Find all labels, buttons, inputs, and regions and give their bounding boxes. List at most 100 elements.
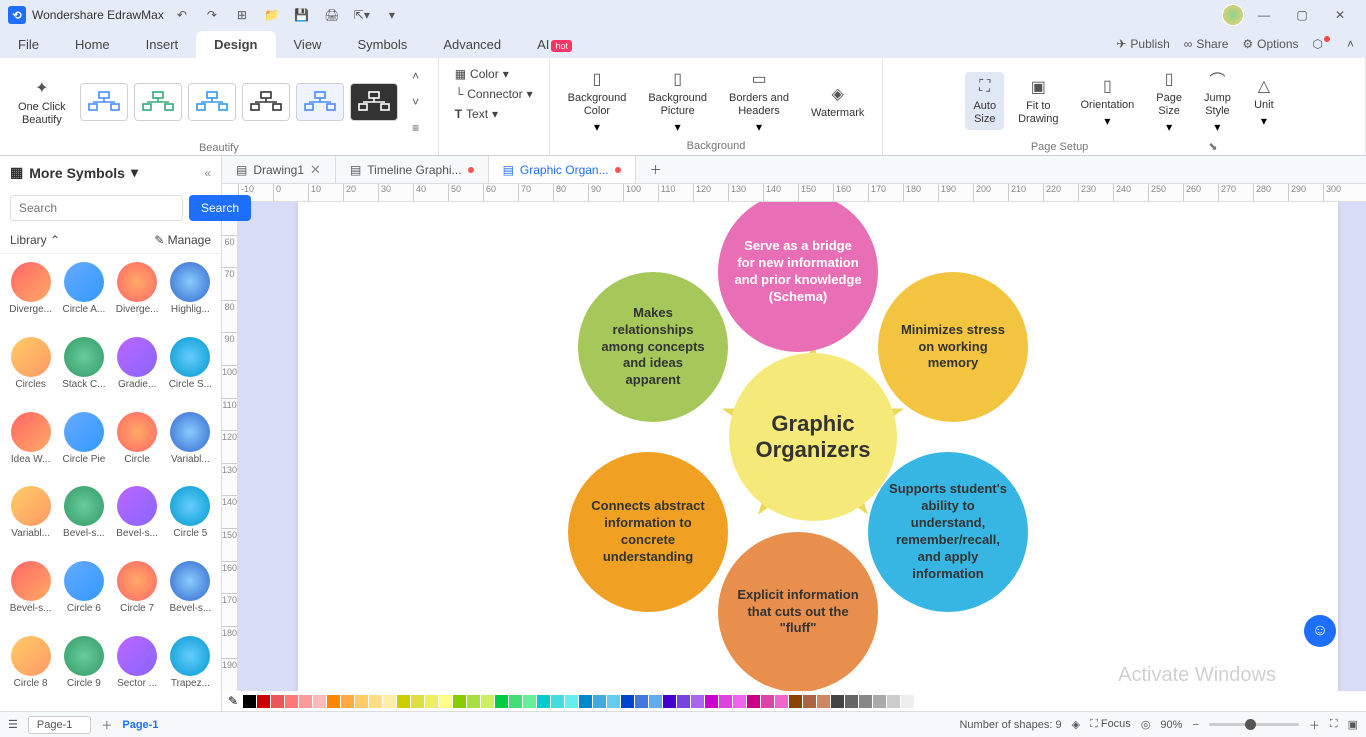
color-swatch[interactable] bbox=[411, 695, 424, 708]
symbol-item[interactable]: Bevel-s... bbox=[6, 559, 55, 630]
tab-view[interactable]: View bbox=[276, 31, 340, 58]
options-button[interactable]: ⚙ Options bbox=[1242, 37, 1298, 51]
tab-ai[interactable]: AIhot bbox=[519, 31, 590, 58]
color-swatch[interactable] bbox=[313, 695, 326, 708]
symbol-item[interactable]: Circles bbox=[6, 335, 55, 406]
save-button[interactable]: 💾 bbox=[290, 3, 314, 27]
color-swatch[interactable] bbox=[467, 695, 480, 708]
close-tab-icon[interactable]: ✕ bbox=[310, 162, 321, 178]
color-swatch[interactable] bbox=[635, 695, 648, 708]
color-swatch[interactable] bbox=[845, 695, 858, 708]
color-swatch[interactable] bbox=[649, 695, 662, 708]
manage-button[interactable]: ✎ Manage bbox=[154, 233, 211, 247]
symbol-item[interactable]: Circle A... bbox=[59, 260, 108, 331]
fit-page-button[interactable]: ◎ bbox=[1141, 718, 1151, 731]
symbol-item[interactable]: Gradie... bbox=[113, 335, 162, 406]
one-click-beautify-button[interactable]: ✦ One Click Beautify bbox=[10, 73, 74, 131]
color-swatch[interactable] bbox=[397, 695, 410, 708]
auto-size-button[interactable]: ⛶Auto Size bbox=[965, 72, 1004, 130]
panel-title[interactable]: ▦More Symbols ▾ bbox=[10, 164, 138, 181]
color-swatch[interactable] bbox=[271, 695, 284, 708]
bubble-support[interactable]: Supports student's ability to understand… bbox=[868, 452, 1028, 612]
bubble-relationships[interactable]: Makes relationships among concepts and i… bbox=[578, 272, 728, 422]
user-avatar[interactable] bbox=[1222, 4, 1244, 26]
page-size-button[interactable]: ▯Page Size▾ bbox=[1148, 64, 1190, 138]
color-swatch[interactable] bbox=[355, 695, 368, 708]
color-swatch[interactable] bbox=[551, 695, 564, 708]
symbol-item[interactable]: Idea W... bbox=[6, 410, 55, 481]
color-swatch[interactable] bbox=[873, 695, 886, 708]
export-button[interactable]: ⇱▾ bbox=[350, 3, 374, 27]
symbol-item[interactable]: Circle 5 bbox=[166, 484, 215, 555]
collapse-panel-button[interactable]: « bbox=[204, 166, 211, 180]
theme-more-button[interactable]: ≡ bbox=[404, 116, 428, 140]
color-swatch[interactable] bbox=[691, 695, 704, 708]
undo-button[interactable]: ↶ bbox=[170, 3, 194, 27]
theme-prev-button[interactable]: ˄ bbox=[404, 64, 428, 88]
theme-thumb-5[interactable] bbox=[296, 83, 344, 121]
color-swatch[interactable] bbox=[607, 695, 620, 708]
color-swatch[interactable] bbox=[677, 695, 690, 708]
new-button[interactable]: ⊞ bbox=[230, 3, 254, 27]
search-input[interactable] bbox=[10, 195, 183, 221]
symbol-item[interactable]: Diverge... bbox=[6, 260, 55, 331]
share-button[interactable]: ∞ Share bbox=[1184, 37, 1229, 51]
doctab-graphic-organ[interactable]: ▤Graphic Organ... bbox=[489, 156, 636, 183]
bubble-stress[interactable]: Minimizes stress on working memory bbox=[878, 272, 1028, 422]
publish-button[interactable]: ✈ Publish bbox=[1116, 37, 1169, 51]
symbol-item[interactable]: Stack C... bbox=[59, 335, 108, 406]
search-button[interactable]: Search bbox=[189, 195, 251, 221]
symbol-item[interactable]: Bevel-s... bbox=[113, 484, 162, 555]
redo-button[interactable]: ↷ bbox=[200, 3, 224, 27]
theme-next-button[interactable]: ˅ bbox=[404, 90, 428, 114]
color-swatch[interactable] bbox=[747, 695, 760, 708]
theme-thumb-4[interactable] bbox=[242, 83, 290, 121]
bubble-schema[interactable]: Serve as a bridge for new information an… bbox=[718, 202, 878, 352]
tab-advanced[interactable]: Advanced bbox=[425, 31, 519, 58]
symbol-item[interactable]: Circle Pie bbox=[59, 410, 108, 481]
panels-button[interactable]: ▣ bbox=[1348, 718, 1358, 731]
symbol-item[interactable]: Sector ... bbox=[113, 634, 162, 705]
library-toggle[interactable]: Library ⌃ bbox=[10, 233, 60, 247]
watermark-button[interactable]: ◈Watermark bbox=[803, 79, 872, 124]
doctab-timeline[interactable]: ▤Timeline Graphi... bbox=[336, 156, 489, 183]
background-picture-button[interactable]: ▯Background Picture▾ bbox=[640, 64, 715, 138]
symbol-item[interactable]: Circle bbox=[113, 410, 162, 481]
tab-insert[interactable]: Insert bbox=[128, 31, 197, 58]
theme-thumb-2[interactable] bbox=[134, 83, 182, 121]
symbol-item[interactable]: Highlig... bbox=[166, 260, 215, 331]
color-swatch[interactable] bbox=[509, 695, 522, 708]
focus-button[interactable]: ⛶ Focus bbox=[1090, 718, 1131, 731]
color-swatch[interactable] bbox=[901, 695, 914, 708]
color-swatch[interactable] bbox=[523, 695, 536, 708]
color-swatch[interactable] bbox=[481, 695, 494, 708]
color-swatch[interactable] bbox=[383, 695, 396, 708]
doctab-drawing1[interactable]: ▤Drawing1✕ bbox=[222, 156, 336, 183]
zoom-in-button[interactable]: ＋ bbox=[1309, 717, 1320, 733]
color-swatch[interactable] bbox=[327, 695, 340, 708]
theme-thumb-3[interactable] bbox=[188, 83, 236, 121]
color-swatch[interactable] bbox=[803, 695, 816, 708]
color-swatch[interactable] bbox=[579, 695, 592, 708]
symbol-item[interactable]: Bevel-s... bbox=[166, 559, 215, 630]
add-page-button[interactable]: ＋ bbox=[101, 717, 112, 733]
color-swatch[interactable] bbox=[495, 695, 508, 708]
pages-list-button[interactable]: ☰ bbox=[8, 718, 18, 731]
tab-home[interactable]: Home bbox=[57, 31, 128, 58]
maximize-button[interactable]: ▢ bbox=[1284, 1, 1320, 29]
collapse-ribbon-button[interactable]: ˄ bbox=[1347, 37, 1354, 51]
bubble-connect[interactable]: Connects abstract information to concret… bbox=[568, 452, 728, 612]
color-swatch[interactable] bbox=[775, 695, 788, 708]
color-swatch[interactable] bbox=[537, 695, 550, 708]
fit-drawing-button[interactable]: ▣Fit to Drawing bbox=[1010, 72, 1066, 130]
color-swatch[interactable] bbox=[817, 695, 830, 708]
quick-more-button[interactable]: ▾ bbox=[380, 3, 404, 27]
color-swatch[interactable] bbox=[341, 695, 354, 708]
color-swatch[interactable] bbox=[593, 695, 606, 708]
color-swatch[interactable] bbox=[285, 695, 298, 708]
canvas[interactable]: Graphic Organizers Serve as a bridge for… bbox=[238, 202, 1366, 691]
color-swatch[interactable] bbox=[789, 695, 802, 708]
theme-thumb-6[interactable] bbox=[350, 83, 398, 121]
active-page-tab[interactable]: Page-1 bbox=[122, 719, 158, 731]
color-swatch[interactable] bbox=[705, 695, 718, 708]
